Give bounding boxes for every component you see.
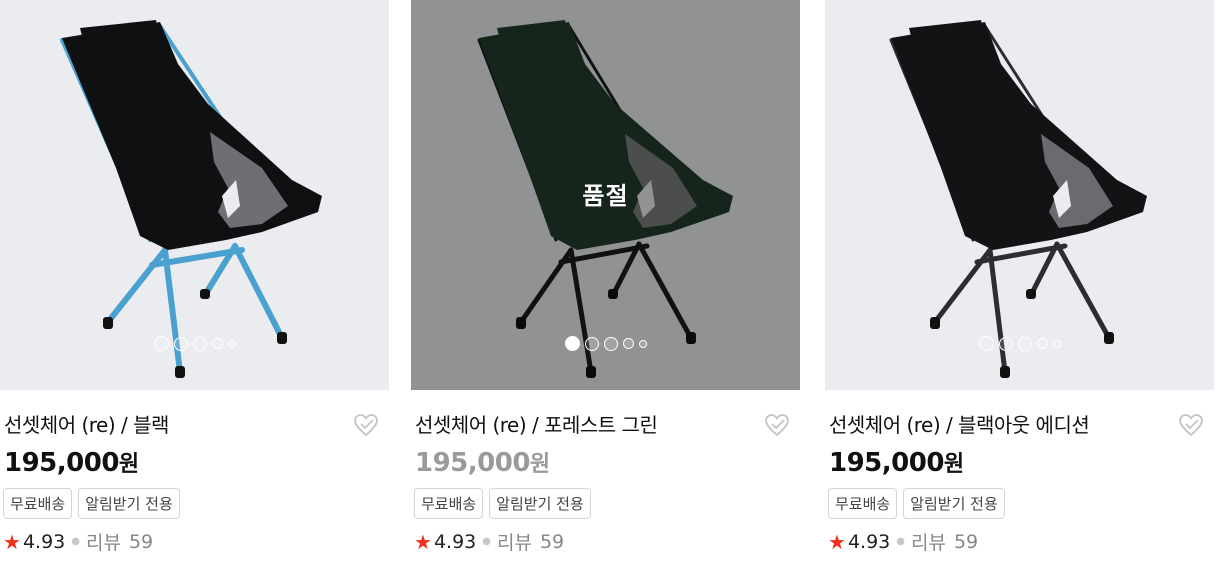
- chair-image: [60, 20, 322, 378]
- review-label: 리뷰: [85, 532, 121, 554]
- tag-notify-only: 알림받기 전용: [489, 488, 591, 519]
- review-label: 리뷰: [910, 532, 946, 554]
- product-image[interactable]: [0, 0, 389, 390]
- product-price: 195,000원: [415, 448, 550, 478]
- star-icon: ★: [414, 529, 432, 554]
- carousel-dot[interactable]: [978, 336, 994, 351]
- product-card[interactable]: 선셋체어 (re) / 블랙 195,000원 무료배송 알림받기 전용 ★ 4…: [0, 0, 389, 572]
- product-tags: 무료배송 알림받기 전용: [414, 488, 591, 519]
- tag-free-shipping: 무료배송: [828, 488, 898, 519]
- chair-fabric: [62, 22, 322, 250]
- product-card[interactable]: 선셋체어 (re) / 블랙아웃 에디션 195,000원 무료배송 알림받기 …: [825, 0, 1214, 572]
- carousel-dot[interactable]: [998, 336, 1013, 351]
- review-count: 59: [128, 530, 154, 553]
- image-carousel-dots[interactable]: [411, 336, 800, 351]
- product-price: 195,000원: [4, 448, 139, 478]
- carousel-dot[interactable]: [153, 336, 169, 351]
- carousel-dot[interactable]: [227, 339, 236, 348]
- product-tags: 무료배송 알림받기 전용: [3, 488, 180, 519]
- review-count: 59: [953, 530, 979, 553]
- product-price: 195,000원: [829, 448, 964, 478]
- carousel-dot[interactable]: [564, 336, 580, 351]
- star-icon: ★: [828, 529, 846, 554]
- chair-feet: [930, 289, 1114, 378]
- product-rating: ★ 4.93 ● 리뷰 59: [3, 528, 153, 555]
- review-label: 리뷰: [496, 532, 532, 554]
- review-count: 59: [539, 530, 565, 553]
- product-name[interactable]: 선셋체어 (re) / 블랙: [4, 409, 169, 438]
- image-carousel-dots[interactable]: [825, 336, 1214, 351]
- chair-image: [889, 20, 1147, 378]
- sold-out-label: 품절: [582, 182, 629, 210]
- chair-fabric: [891, 22, 1147, 250]
- image-carousel-dots[interactable]: [0, 336, 389, 351]
- product-name[interactable]: 선셋체어 (re) / 포레스트 그린: [415, 409, 658, 438]
- carousel-dot[interactable]: [192, 336, 207, 351]
- product-tags: 무료배송 알림받기 전용: [828, 488, 1005, 519]
- rating-value: 4.93: [847, 530, 891, 553]
- separator-dot: ●: [896, 536, 905, 547]
- tag-notify-only: 알림받기 전용: [78, 488, 180, 519]
- carousel-dot[interactable]: [1036, 338, 1048, 349]
- heart-outline-icon[interactable]: [1177, 411, 1205, 439]
- separator-dot: ●: [71, 536, 80, 547]
- product-rating: ★ 4.93 ● 리뷰 59: [414, 528, 564, 555]
- rating-value: 4.93: [22, 530, 66, 553]
- carousel-dot[interactable]: [622, 338, 634, 349]
- carousel-dot[interactable]: [638, 339, 647, 348]
- carousel-dot[interactable]: [603, 336, 618, 351]
- carousel-dot[interactable]: [1017, 336, 1032, 351]
- heart-outline-icon[interactable]: [352, 411, 380, 439]
- separator-dot: ●: [482, 536, 491, 547]
- product-name[interactable]: 선셋체어 (re) / 블랙아웃 에디션: [829, 409, 1090, 438]
- product-image[interactable]: 품절: [411, 0, 800, 390]
- tag-free-shipping: 무료배송: [3, 488, 73, 519]
- tag-notify-only: 알림받기 전용: [903, 488, 1005, 519]
- carousel-dot[interactable]: [584, 336, 599, 351]
- product-rating: ★ 4.93 ● 리뷰 59: [828, 528, 978, 555]
- carousel-dot[interactable]: [173, 336, 188, 351]
- tag-free-shipping: 무료배송: [414, 488, 484, 519]
- product-image[interactable]: [825, 0, 1214, 390]
- chair-feet: [103, 289, 287, 378]
- heart-outline-icon[interactable]: [763, 411, 791, 439]
- carousel-dot[interactable]: [211, 338, 223, 349]
- product-card[interactable]: 품절 선셋체어 (re) / 포레스트 그린 195,000원 무료배송 알림받…: [411, 0, 800, 572]
- rating-value: 4.93: [433, 530, 477, 553]
- carousel-dot[interactable]: [1052, 339, 1061, 348]
- star-icon: ★: [3, 529, 21, 554]
